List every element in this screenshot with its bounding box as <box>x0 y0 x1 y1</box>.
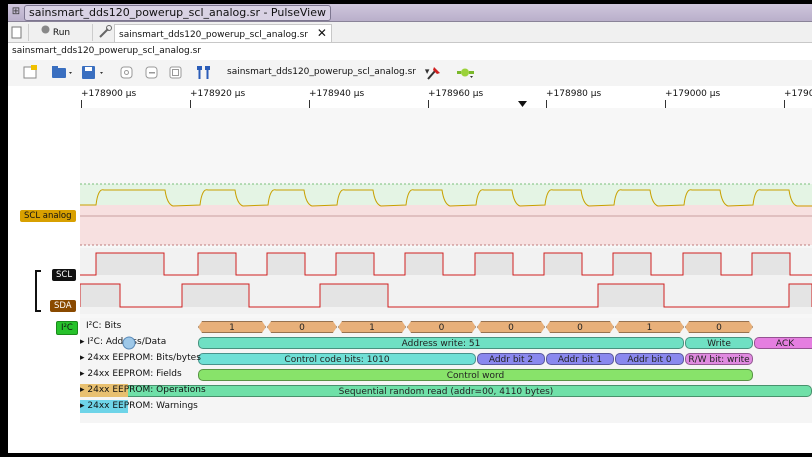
session-file-label: sainsmart_dds120_powerup_scl_analog.sr <box>8 43 812 59</box>
device-settings-icon[interactable] <box>92 24 113 41</box>
rw-bit-annotation[interactable]: R/W bit: write <box>685 353 753 365</box>
decoder-row-label[interactable]: ▸ 24xx EEPROM: Bits/bytes <box>80 352 201 365</box>
ruler-tick-label: +178960 µs <box>428 89 484 99</box>
open-icon[interactable] <box>51 65 75 80</box>
decoder-row-label-text: 24xx EEPROM: Warnings <box>87 401 198 411</box>
bit-annotation[interactable]: 1 <box>198 321 266 333</box>
title-bar: ⊞ sainsmart_dds120_powerup_scl_analog.sr… <box>8 4 812 22</box>
ruler-tick <box>546 100 547 108</box>
close-tab-icon[interactable]: ✕ <box>317 26 327 40</box>
new-session-icon[interactable] <box>11 24 25 41</box>
session-selector[interactable]: sainsmart_dds120_powerup_scl_analog.sr ▾ <box>227 65 429 80</box>
scl-channel-label[interactable]: SCL <box>52 269 77 281</box>
trigger-marker-icon[interactable] <box>518 101 527 107</box>
control-code-annotation[interactable]: Control code bits: 1010 <box>198 353 476 365</box>
ruler-tick <box>190 100 191 108</box>
sda-channel-label[interactable]: SDA <box>50 300 76 312</box>
ruler-tick-label: +178940 µs <box>309 89 365 99</box>
app-window: ⊞ sainsmart_dds120_powerup_scl_analog.sr… <box>8 4 812 453</box>
i2c-decoder-tag[interactable]: I²C <box>56 321 78 335</box>
tab-session[interactable]: sainsmart_dds120_powerup_scl_analog.sr ✕ <box>114 24 332 42</box>
bit-annotation[interactable]: 1 <box>338 321 406 333</box>
ruler-tick-label: +178920 µs <box>190 89 246 99</box>
session-selector-label: sainsmart_dds120_powerup_scl_analog.sr <box>227 67 416 77</box>
zoom-fit-icon[interactable] <box>169 65 183 80</box>
expand-arrow-icon: ▸ <box>80 337 85 347</box>
ruler-tick-label: +178980 µs <box>546 89 602 99</box>
ruler-tick <box>784 100 785 108</box>
tab-session-label: sainsmart_dds120_powerup_scl_analog.sr <box>119 30 308 40</box>
decoder-row-label-text: 24xx EEPROM: Fields <box>87 369 182 379</box>
bit-annotation[interactable]: 0 <box>407 321 476 333</box>
bit-annotation[interactable]: 0 <box>477 321 545 333</box>
expand-arrow-icon: ▸ <box>80 385 85 395</box>
window-menu-icon[interactable]: ⊞ <box>10 6 22 18</box>
decoder-row-label[interactable]: I²C: Bits <box>86 320 121 333</box>
expand-arrow-icon: ▸ <box>80 369 85 379</box>
ruler-tick-label: +1790 <box>784 89 812 99</box>
trace-view: 1 0 1 0 0 0 1 0 Address write: 51 Write … <box>8 108 812 453</box>
address-annotation[interactable]: Address write: 51 <box>198 337 684 349</box>
control-word-annotation[interactable]: Control word <box>198 369 753 381</box>
zoom-in-icon[interactable] <box>120 65 134 80</box>
zoom-out-icon[interactable] <box>145 65 159 80</box>
probe-icon[interactable] <box>426 65 442 80</box>
addr-bit-annotation[interactable]: Addr bit 0 <box>615 353 684 365</box>
ruler-tick <box>665 100 666 108</box>
time-ruler[interactable]: +178900 µs +178920 µs +178940 µs +178960… <box>8 86 812 109</box>
expand-arrow-icon: ▸ <box>80 353 85 363</box>
ruler-tick <box>309 100 310 108</box>
channel-group-bracket <box>35 270 41 312</box>
trace-area[interactable]: 1 0 1 0 0 0 1 0 Address write: 51 Write … <box>80 108 812 423</box>
new-view-icon[interactable] <box>22 65 38 80</box>
run-icon <box>41 24 50 41</box>
expand-arrow-icon: ▸ <box>80 401 85 411</box>
main-toolbar: sainsmart_dds120_powerup_scl_analog.sr ▾ <box>8 60 812 87</box>
decoder-row-label-text: 24xx EEPROM: Operations <box>87 385 206 395</box>
save-icon[interactable] <box>81 65 107 80</box>
bit-annotation[interactable]: 1 <box>615 321 684 333</box>
drag-handle-icon[interactable] <box>122 336 136 350</box>
scl-analog-channel-label[interactable]: SCL analog <box>20 210 76 222</box>
add-decoder-icon[interactable] <box>456 65 476 80</box>
addr-bit-annotation[interactable]: Addr bit 1 <box>546 353 614 365</box>
tab-bar: Run sainsmart_dds120_powerup_scl_analog.… <box>8 22 812 43</box>
addr-bit-annotation[interactable]: Addr bit 2 <box>477 353 545 365</box>
ruler-tick <box>81 100 82 108</box>
window-title: sainsmart_dds120_powerup_scl_analog.sr -… <box>24 5 332 21</box>
bit-annotation[interactable]: 0 <box>546 321 614 333</box>
cursor-icon[interactable] <box>195 65 213 80</box>
decoder-row-label[interactable]: ▸ 24xx EEPROM: Operations <box>80 384 206 397</box>
bit-annotation[interactable]: 0 <box>267 321 337 333</box>
decoder-row-label-text: 24xx EEPROM: Bits/bytes <box>87 353 201 363</box>
decoder-row-label[interactable]: ▸ 24xx EEPROM: Warnings <box>80 400 198 413</box>
ruler-tick-label: +179000 µs <box>665 89 721 99</box>
bit-annotation[interactable]: 0 <box>685 321 753 333</box>
tab-run-label: Run <box>52 28 71 38</box>
write-annotation[interactable]: Write <box>685 337 753 349</box>
decoder-row-label[interactable]: ▸ 24xx EEPROM: Fields <box>80 368 182 381</box>
ruler-tick <box>428 100 429 108</box>
ruler-tick-label: +178900 µs <box>81 89 137 99</box>
ack-annotation[interactable]: ACK <box>754 337 812 349</box>
analog-low-band <box>80 205 812 245</box>
